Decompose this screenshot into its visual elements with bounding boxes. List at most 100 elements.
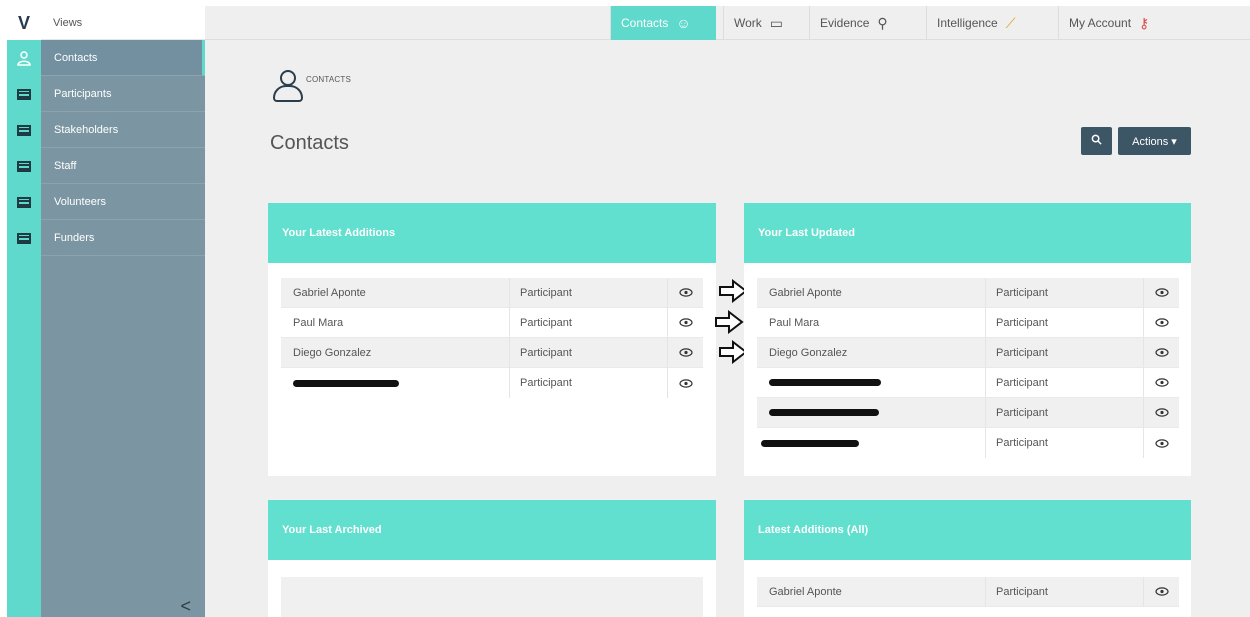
contact-type: Participant bbox=[510, 338, 668, 367]
rail-volunteers-icon[interactable] bbox=[7, 184, 41, 220]
search-button[interactable] bbox=[1081, 127, 1112, 155]
rail-staff-icon[interactable] bbox=[7, 148, 41, 184]
table-row[interactable]: Participant bbox=[757, 428, 1179, 458]
tab-label: Intelligence bbox=[937, 16, 998, 30]
view-eye-icon[interactable] bbox=[1144, 428, 1179, 458]
view-eye-icon[interactable] bbox=[1144, 308, 1179, 337]
folder-icon: ▭ bbox=[769, 14, 784, 31]
redaction-mark bbox=[769, 379, 881, 386]
person-icon: ☺ bbox=[676, 15, 691, 31]
person-icon bbox=[17, 51, 31, 66]
contact-name[interactable]: Diego Gonzalez bbox=[757, 338, 986, 367]
tab-contacts[interactable]: Contacts ☺ bbox=[610, 6, 716, 40]
table-row[interactable]: Participant bbox=[757, 398, 1179, 428]
tab-work[interactable]: Work ▭ bbox=[723, 6, 809, 40]
empty-archived-list bbox=[281, 577, 703, 617]
contact-name[interactable]: Diego Gonzalez bbox=[281, 338, 510, 367]
contact-type: Participant bbox=[986, 368, 1144, 397]
table-row[interactable]: Gabriel Aponte Participant bbox=[281, 278, 703, 308]
search-icon bbox=[1091, 134, 1102, 148]
list-icon bbox=[17, 124, 31, 136]
tab-label: Contacts bbox=[621, 16, 669, 30]
panel-title: Your Last Updated bbox=[744, 203, 1191, 263]
contact-name[interactable]: Paul Mara bbox=[281, 308, 510, 337]
panel-title: Your Latest Additions bbox=[268, 203, 716, 263]
list-icon bbox=[17, 88, 31, 100]
breadcrumb: CONTACTS bbox=[272, 70, 351, 102]
contact-name-redacted bbox=[281, 368, 510, 398]
view-eye-icon[interactable] bbox=[668, 278, 703, 307]
contact-name-redacted bbox=[757, 368, 986, 397]
table-row[interactable]: Diego Gonzalez Participant bbox=[757, 338, 1179, 368]
contact-type: Participant bbox=[986, 308, 1144, 337]
contact-type: Participant bbox=[986, 398, 1144, 427]
contact-type: Participant bbox=[510, 308, 668, 337]
view-eye-icon[interactable] bbox=[668, 338, 703, 367]
table-row[interactable]: Participant bbox=[281, 368, 703, 398]
tab-evidence[interactable]: Evidence ⚲ bbox=[809, 6, 926, 40]
rail-participants-icon[interactable] bbox=[7, 76, 41, 112]
rail-funders-icon[interactable] bbox=[7, 220, 41, 256]
page-title: Contacts bbox=[270, 132, 349, 154]
actions-dropdown-button[interactable]: Actions ▾ bbox=[1118, 127, 1191, 155]
view-eye-icon[interactable] bbox=[668, 368, 703, 398]
magnifier-icon: ⚲ bbox=[877, 14, 888, 31]
sidebar-item-contacts[interactable]: Contacts bbox=[41, 40, 205, 76]
icon-rail: V bbox=[7, 6, 41, 617]
contact-type: Participant bbox=[510, 278, 668, 307]
sidebar-item-staff[interactable]: Staff bbox=[41, 148, 205, 184]
top-nav-bar: Contacts ☺ Work ▭ Evidence ⚲ Intelligenc… bbox=[205, 6, 1250, 40]
tab-my-account[interactable]: My Account ⚷ bbox=[1058, 6, 1187, 40]
contact-name[interactable]: Gabriel Aponte bbox=[281, 278, 510, 307]
table-row[interactable]: Diego Gonzalez Participant bbox=[281, 338, 703, 368]
collapse-sidebar-icon[interactable]: < bbox=[180, 596, 191, 617]
breadcrumb-label: CONTACTS bbox=[306, 74, 352, 84]
sidebar-item-participants[interactable]: Participants bbox=[41, 76, 205, 112]
contact-type: Participant bbox=[986, 428, 1144, 458]
redaction-mark bbox=[293, 379, 399, 387]
contact-name-redacted bbox=[757, 398, 986, 427]
list-icon bbox=[17, 232, 31, 244]
view-eye-icon[interactable] bbox=[1144, 577, 1179, 606]
table-row[interactable]: Gabriel Aponte Participant bbox=[757, 577, 1179, 607]
sidebar: Views Contacts Participants Stakeholders… bbox=[41, 6, 205, 617]
chart-line-icon: ⟋ bbox=[1005, 14, 1016, 31]
sidebar-views-header: Views bbox=[41, 6, 205, 40]
sidebar-item-funders[interactable]: Funders bbox=[41, 220, 205, 256]
table-row[interactable]: Participant bbox=[757, 368, 1179, 398]
rail-contacts-icon[interactable] bbox=[7, 40, 41, 76]
sidebar-item-volunteers[interactable]: Volunteers bbox=[41, 184, 205, 220]
contact-name[interactable]: Gabriel Aponte bbox=[757, 278, 986, 307]
view-eye-icon[interactable] bbox=[668, 308, 703, 337]
tab-label: My Account bbox=[1069, 16, 1132, 30]
tab-label: Evidence bbox=[820, 16, 870, 30]
view-eye-icon[interactable] bbox=[1144, 368, 1179, 397]
view-eye-icon[interactable] bbox=[1144, 398, 1179, 427]
redaction-mark bbox=[769, 409, 879, 416]
list-icon bbox=[17, 160, 31, 172]
view-eye-icon[interactable] bbox=[1144, 278, 1179, 307]
contacts-person-icon bbox=[272, 70, 303, 102]
annotation-arrow-icon bbox=[715, 310, 744, 334]
view-eye-icon[interactable] bbox=[1144, 338, 1179, 367]
contact-type: Participant bbox=[986, 278, 1144, 307]
list-icon bbox=[17, 196, 31, 208]
contact-name-redacted bbox=[757, 428, 986, 458]
app-logo: V bbox=[7, 6, 41, 40]
redaction-mark bbox=[761, 439, 859, 447]
contact-type: Participant bbox=[986, 338, 1144, 367]
contact-name[interactable]: Paul Mara bbox=[757, 308, 986, 337]
panel-title: Latest Additions (All) bbox=[744, 500, 1191, 560]
contact-type: Participant bbox=[986, 577, 1144, 606]
latest-additions-table: Gabriel Aponte Participant Paul Mara Par… bbox=[281, 278, 703, 398]
contact-name[interactable]: Gabriel Aponte bbox=[757, 577, 986, 606]
key-icon: ⚷ bbox=[1139, 14, 1150, 31]
rail-stakeholders-icon[interactable] bbox=[7, 112, 41, 148]
tab-intelligence[interactable]: Intelligence ⟋ bbox=[926, 6, 1058, 40]
table-row[interactable]: Paul Mara Participant bbox=[281, 308, 703, 338]
table-row[interactable]: Gabriel Aponte Participant bbox=[757, 278, 1179, 308]
sidebar-item-stakeholders[interactable]: Stakeholders bbox=[41, 112, 205, 148]
panel-title: Your Last Archived bbox=[268, 500, 716, 560]
last-updated-table: Gabriel Aponte Participant Paul Mara Par… bbox=[757, 278, 1179, 458]
table-row[interactable]: Paul Mara Participant bbox=[757, 308, 1179, 338]
